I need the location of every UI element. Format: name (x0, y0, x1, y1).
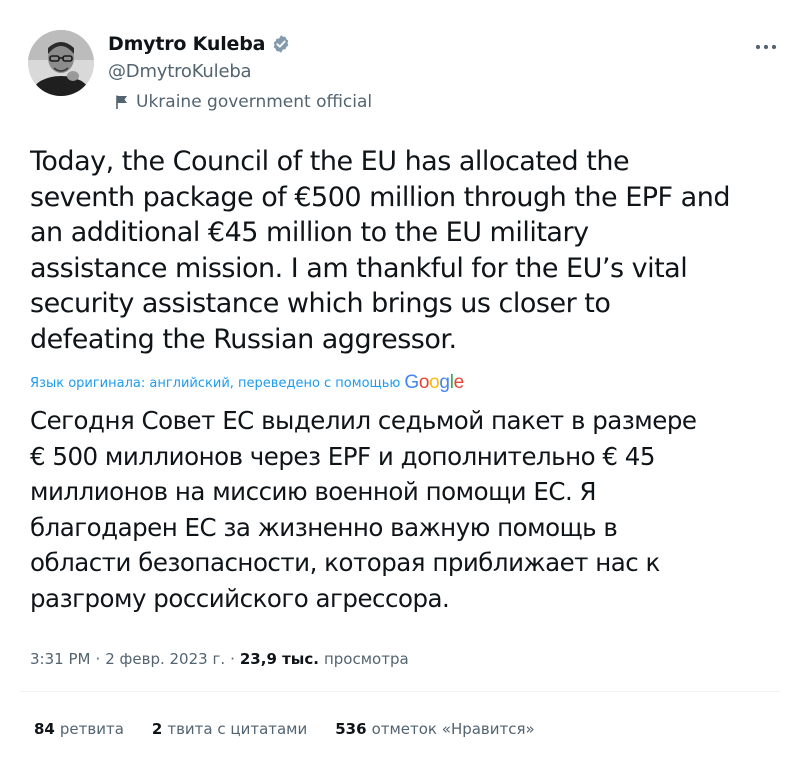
meta-separator: · (230, 650, 235, 668)
flag-icon (114, 94, 130, 110)
google-logo-letter: e (453, 372, 465, 393)
views-count[interactable]: 23,9 тыс. (240, 650, 319, 668)
author-display-name[interactable]: Dmytro Kuleba (108, 33, 265, 55)
retweets-label[interactable]: ретвита (60, 720, 124, 738)
meta-separator: · (95, 650, 101, 668)
translated-tweet-text: Сегодня Совет ЕС выделил седьмой пакет в… (30, 406, 697, 613)
author-affiliation: Ukraine government official (114, 92, 372, 112)
tweet-date[interactable]: 2 февр. 2023 г. (105, 650, 225, 668)
author-name-row[interactable]: Dmytro Kuleba (108, 33, 291, 55)
tweet-time[interactable]: 3:31 PM (30, 650, 90, 668)
more-options-button[interactable] (752, 34, 780, 54)
affiliation-label: Ukraine government official (136, 92, 373, 112)
quotes-count[interactable]: 2 (152, 720, 162, 738)
google-logo-letter: G (404, 372, 419, 393)
likes-label[interactable]: отметок «Нравится» (372, 720, 535, 738)
tweet-text: Today, the Council of the EU has allocat… (30, 146, 730, 355)
tweet-metadata: 3:31 PM · 2 февр. 2023 г. · 23,9 тыс. пр… (30, 650, 409, 668)
author-handle[interactable]: @DmytroKuleba (108, 61, 252, 82)
translation-notice-text[interactable]: Язык оригинала: английский, переведено с… (30, 376, 400, 391)
tweet-card: Dmytro Kuleba @DmytroKuleba Ukraine gove… (0, 0, 800, 761)
google-logo-letter: o (429, 372, 440, 393)
translation-notice[interactable]: Язык оригинала: английский, переведено с… (30, 372, 464, 394)
verified-badge-icon[interactable] (271, 34, 291, 54)
likes-count[interactable]: 536 (335, 720, 366, 738)
engagement-stats: 84 ретвита 2 твита с цитатами 536 отмето… (34, 720, 563, 738)
likes-stat[interactable]: 536 отметок «Нравится» (335, 720, 534, 738)
more-options-icon (755, 35, 777, 54)
quotes-stat[interactable]: 2 твита с цитатами (152, 720, 307, 738)
views-label[interactable]: просмотра (324, 650, 409, 668)
retweets-stat[interactable]: 84 ретвита (34, 720, 124, 738)
avatar[interactable] (28, 30, 94, 96)
retweets-count[interactable]: 84 (34, 720, 55, 738)
divider (20, 691, 780, 692)
google-logo-letter: o (418, 372, 430, 393)
google-logo: Google (404, 372, 464, 394)
google-logo-letter: g (439, 372, 450, 393)
quotes-label[interactable]: твита с цитатами (167, 720, 307, 738)
